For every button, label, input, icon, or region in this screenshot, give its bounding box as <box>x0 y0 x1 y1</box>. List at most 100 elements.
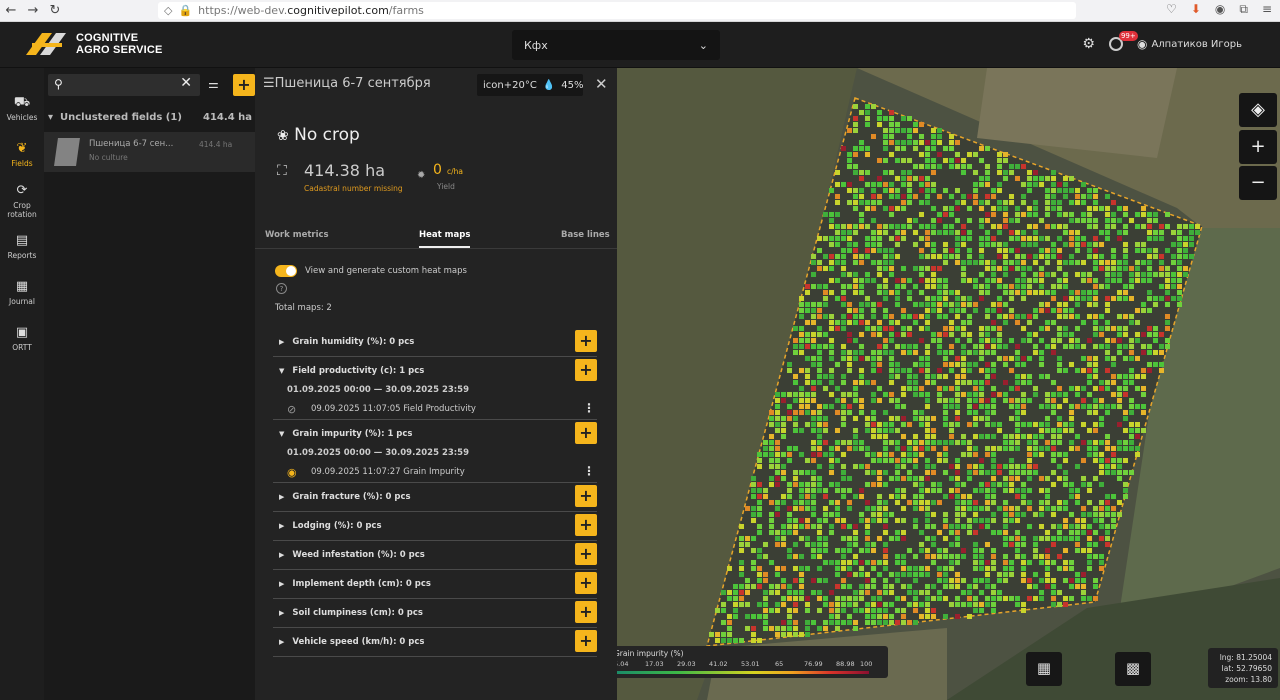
group-area: 414.4 ha <box>203 112 252 123</box>
layers-icon: ◈ <box>1251 99 1265 120</box>
chevron-down-icon: ⌄ <box>698 38 708 52</box>
section-header[interactable]: ▶ Soil clumpiness (cm): 0 pcs <box>273 599 597 627</box>
notification-badge: 99+ <box>1118 31 1138 41</box>
heatmap-name: 09.09.2025 11:07:05 Field Productivity <box>311 404 476 414</box>
section-implement-depth: ▶ Implement depth (cm): 0 pcs + <box>273 570 597 599</box>
field-list-item[interactable]: Пшеница 6-7 сен... No culture 414.4 ha <box>44 132 255 172</box>
account-icon[interactable]: ◉ <box>1215 2 1225 17</box>
add-heatmap-button[interactable]: + <box>575 514 597 536</box>
heatmap-item[interactable]: ⊘ 09.09.2025 11:07:05 Field Productivity… <box>273 399 597 419</box>
expand-icon: ▶ <box>279 338 285 346</box>
section-label: Vehicle speed (km/h): 0 pcs <box>292 637 425 647</box>
panel-tabs: Work metrics Heat maps Base lines <box>255 223 617 249</box>
add-heatmap-button[interactable]: + <box>575 485 597 507</box>
map-view[interactable]: ◈ + − Grain impurity (%) 5.04 17.03 29.0… <box>617 68 1280 700</box>
add-heatmap-button[interactable]: + <box>575 601 597 623</box>
help-icon[interactable]: ? <box>276 283 287 294</box>
search-input[interactable]: ⚲ ✕ <box>48 74 200 96</box>
legend-tick: 88.98 <box>836 660 855 668</box>
eye-off-icon[interactable]: ⊘ <box>287 403 303 416</box>
section-header[interactable]: ▶ Grain humidity (%): 0 pcs <box>273 328 597 356</box>
rail-item-vehicles[interactable]: ⛟ Vehicles <box>0 86 44 132</box>
cadastral-note[interactable]: Cadastral number missing <box>304 184 403 193</box>
notifications-icon[interactable]: 99+ <box>1108 31 1138 51</box>
field-culture: No culture <box>89 153 128 162</box>
grid-view-button[interactable]: ▦ <box>1026 652 1062 686</box>
reload-icon[interactable]: ↻ <box>44 3 66 18</box>
legend-tick: 41.02 <box>709 660 728 668</box>
lock-icon: 🔒 <box>178 4 193 17</box>
user-name: Алпатиков Игорь <box>1151 38 1242 50</box>
extensions-icon[interactable]: ⧉ <box>1239 2 1248 17</box>
forward-icon[interactable]: → <box>22 3 44 18</box>
heatmap-item[interactable]: ◉ 09.09.2025 11:07:27 Grain Impurity ⋮ <box>273 462 597 482</box>
field-group-header[interactable]: ▾ Unclustered fields (1) 414.4 ha <box>48 112 252 123</box>
humidity-icon: 💧 <box>542 79 556 91</box>
add-heatmap-button[interactable]: + <box>575 543 597 565</box>
yield-unit: c/ha <box>447 167 463 176</box>
report-icon: ▤ <box>15 233 29 248</box>
dense-grid-button[interactable]: ▩ <box>1115 652 1151 686</box>
menu-icon[interactable]: ≡ <box>1262 2 1272 17</box>
settings-icon[interactable]: ⚙ <box>1082 36 1095 52</box>
weather-icon: icon <box>483 79 504 91</box>
section-header[interactable]: ▶ Weed infestation (%): 0 pcs <box>273 541 597 569</box>
section-grain-fracture: ▶ Grain fracture (%): 0 pcs + <box>273 483 597 512</box>
heatmap-toggle[interactable] <box>275 265 297 277</box>
more-icon[interactable]: ⋮ <box>583 401 595 415</box>
add-field-button[interactable]: + <box>233 74 255 96</box>
clear-search-icon[interactable]: ✕ <box>180 75 192 91</box>
menu-icon[interactable]: ☰ <box>263 76 275 91</box>
brand-logo[interactable]: COGNITIVE AGRO SERVICE <box>22 29 163 59</box>
section-header[interactable]: ▶ Vehicle speed (km/h): 0 pcs <box>273 628 597 656</box>
rail-item-ortt[interactable]: ▣ ORTT <box>0 316 44 362</box>
add-heatmap-button[interactable]: + <box>575 330 597 352</box>
add-heatmap-button[interactable]: + <box>575 422 597 444</box>
zoom-readout: zoom: 13.80 <box>1225 675 1272 684</box>
url-path: /farms <box>388 4 424 17</box>
layers-button[interactable]: ◈ <box>1239 93 1277 127</box>
heatmap-legend: Grain impurity (%) 5.04 17.03 29.03 41.0… <box>617 646 888 678</box>
tab-heat-maps[interactable]: Heat maps <box>419 230 471 248</box>
field-list-panel: ⚲ ✕ ⚌ + ▾ Unclustered fields (1) 414.4 h… <box>44 68 255 700</box>
field-title: Пшеница 6-7 сентября <box>274 76 431 91</box>
tab-work-metrics[interactable]: Work metrics <box>265 230 329 240</box>
farm-selector[interactable]: Кфх ⌄ <box>512 30 720 60</box>
filter-icon[interactable]: ⚌ <box>208 77 219 91</box>
zoom-in-button[interactable]: + <box>1239 130 1277 164</box>
section-header[interactable]: ▶ Grain fracture (%): 0 pcs <box>273 483 597 511</box>
weather-widget: icon+20°C 💧 45% <box>477 74 584 96</box>
rail-item-fields[interactable]: ❦ Fields <box>0 132 44 178</box>
rail-label: Reports <box>7 251 37 260</box>
rail-item-reports[interactable]: ▤ Reports <box>0 224 44 270</box>
field-thumbnail <box>54 138 80 166</box>
date-range: 01.09.2025 00:00 — 30.09.2025 23:59 <box>287 385 469 395</box>
tab-base-lines[interactable]: Base lines <box>561 230 610 240</box>
section-header[interactable]: ▼ Grain impurity (%): 1 pcs <box>273 420 597 448</box>
section-header[interactable]: ▶ Implement depth (cm): 0 pcs <box>273 570 597 598</box>
legend-tick: 29.03 <box>677 660 696 668</box>
total-maps: Total maps: 2 <box>275 303 332 313</box>
rail-item-journal[interactable]: ▦ Journal <box>0 270 44 316</box>
legend-tick: 76.99 <box>804 660 823 668</box>
crop-title: ❀ No crop <box>277 125 360 145</box>
download-icon[interactable]: ⬇ <box>1191 2 1201 17</box>
address-bar[interactable]: ◇ 🔒 https://web-dev.cognitivepilot.com/f… <box>158 2 1076 19</box>
field-area: 414.4 ha <box>199 140 233 149</box>
back-icon[interactable]: ← <box>0 3 22 18</box>
rail-item-crop-rotation[interactable]: ⟳ Crop rotation <box>0 178 44 224</box>
section-header[interactable]: ▼ Field productivity (c): 1 pcs <box>273 357 597 385</box>
add-heatmap-button[interactable]: + <box>575 572 597 594</box>
section-header[interactable]: ▶ Lodging (%): 0 pcs <box>273 512 597 540</box>
pocket-icon[interactable]: ♡ <box>1166 2 1177 17</box>
add-heatmap-button[interactable]: + <box>575 630 597 652</box>
humidity-value: 45% <box>561 79 584 91</box>
zoom-out-button[interactable]: − <box>1239 166 1277 200</box>
user-menu[interactable]: ◉ Алпатиков Игорь <box>1137 37 1242 51</box>
add-heatmap-button[interactable]: + <box>575 359 597 381</box>
minus-icon: − <box>1250 172 1266 193</box>
eye-icon[interactable]: ◉ <box>287 466 303 479</box>
more-icon[interactable]: ⋮ <box>583 464 595 478</box>
collapse-icon: ▾ <box>48 112 54 123</box>
close-panel-icon[interactable]: ✕ <box>595 75 608 93</box>
